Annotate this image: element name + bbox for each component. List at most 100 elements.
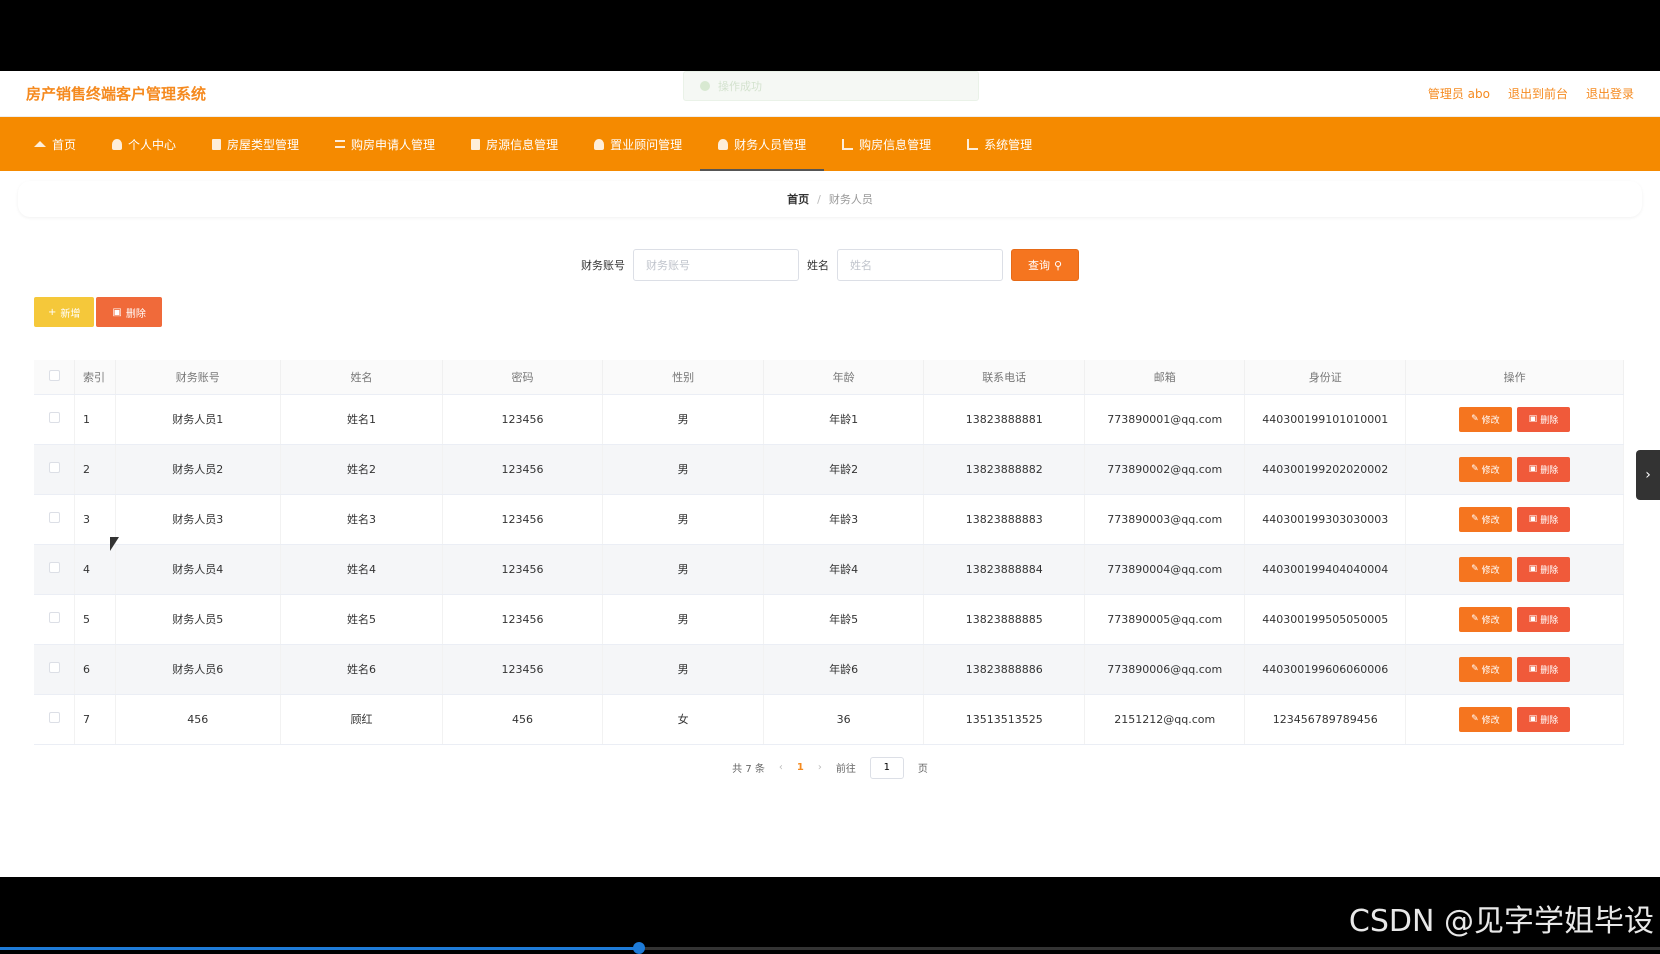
nav-item-label: 首页 [52,136,76,153]
delete-button[interactable]: ▣删除 [1517,507,1571,532]
edit-button[interactable]: ✎修改 [1459,507,1512,532]
table-cell: 顾红 [280,694,442,744]
toast-text: 操作成功 [718,78,762,94]
table-header: 索引财务账号姓名密码性别年龄联系电话邮箱身份证操作 [34,360,1624,394]
row-checkbox[interactable] [34,394,75,444]
add-button[interactable]: + 新增 [34,297,94,327]
row-checkbox[interactable] [34,694,75,744]
prev-page-icon[interactable]: ‹ [779,762,783,773]
row-checkbox[interactable] [34,494,75,544]
table-cell: 男 [603,594,764,644]
row-checkbox[interactable] [34,444,75,494]
video-progress-handle[interactable] [633,942,645,954]
nav-item-finance-staff[interactable]: 财务人员管理 [700,117,824,171]
row-checkbox[interactable] [34,594,75,644]
table-cell: 123456 [443,394,603,444]
delete-button[interactable]: ▣删除 [1517,657,1571,682]
delete-button[interactable]: ▣删除 [1517,607,1571,632]
delete-button[interactable]: ▣删除 [1517,707,1571,732]
table-cell: 财务人员6 [115,644,280,694]
action-bar: + 新增 ▣ 删除 [18,281,1642,327]
delete-button[interactable]: ▣删除 [1517,557,1571,582]
table-cell: 440300199606060006 [1245,644,1406,694]
delete-button-label: 删除 [1540,663,1558,676]
edit-button-label: 修改 [1482,413,1500,426]
edit-icon: ✎ [1471,664,1479,674]
nav-item-home[interactable]: 首页 [16,117,94,171]
row-actions: ✎修改▣删除 [1406,494,1624,544]
user-icon [718,139,728,150]
table-cell: 773890004@qq.com [1085,544,1245,594]
table-row: 3财务人员3姓名3123456男年龄313823888883773890003@… [34,494,1624,544]
delete-button[interactable]: ▣删除 [1517,457,1571,482]
table-cell: 姓名1 [280,394,442,444]
edit-button[interactable]: ✎修改 [1459,657,1512,682]
edit-button[interactable]: ✎修改 [1459,707,1512,732]
nav-item-purchase-info[interactable]: 购房信息管理 [824,117,949,171]
table-cell: 456 [115,694,280,744]
edit-button[interactable]: ✎修改 [1459,607,1512,632]
box-icon [212,139,221,150]
table-cell: 男 [603,544,764,594]
table-cell: 123456 [443,544,603,594]
table-cell: 13823888886 [924,644,1085,694]
delete-button[interactable]: ▣删除 [1517,407,1571,432]
nav-item-applicant[interactable]: 购房申请人管理 [317,117,453,171]
user-icon [594,139,604,150]
side-panel-toggle[interactable]: › [1636,450,1660,500]
nav-item-consultant[interactable]: 置业顾问管理 [576,117,700,171]
next-page-icon[interactable]: › [818,762,822,773]
delete-button-label: 删除 [1540,413,1558,426]
account-search-input[interactable] [633,249,799,281]
query-button[interactable]: 查询 ⚲ [1011,249,1079,281]
nav-item-house-type[interactable]: 房屋类型管理 [194,117,317,171]
nav-item-system[interactable]: 系统管理 [949,117,1050,171]
account-label: 财务账号 [581,257,625,273]
table-cell: 2151212@qq.com [1085,694,1245,744]
nav-item-profile[interactable]: 个人中心 [94,117,194,171]
current-page[interactable]: 1 [797,762,804,773]
select-all-checkbox[interactable] [34,360,75,394]
table-cell: 财务人员1 [115,394,280,444]
breadcrumb-current: 财务人员 [829,191,873,207]
back-to-front-link[interactable]: 退出到前台 [1508,85,1568,102]
nav-item-label: 购房信息管理 [859,136,931,153]
batch-delete-button[interactable]: ▣ 删除 [96,297,161,327]
table-cell: 440300199505050005 [1245,594,1406,644]
edit-button[interactable]: ✎修改 [1459,457,1512,482]
row-checkbox[interactable] [34,544,75,594]
page-jump-input[interactable] [870,757,904,779]
table-cell: 姓名3 [280,494,442,544]
table-cell: 姓名4 [280,544,442,594]
name-search-input[interactable] [837,249,1003,281]
breadcrumb: 首页 / 财务人员 [18,181,1642,217]
row-actions: ✎修改▣删除 [1406,594,1624,644]
breadcrumb-home[interactable]: 首页 [787,191,809,207]
table-row: 4财务人员4姓名4123456男年龄413823888884773890004@… [34,544,1624,594]
edit-button[interactable]: ✎修改 [1459,407,1512,432]
trash-icon: ▣ [1529,664,1538,674]
trash-icon: ▣ [1529,714,1538,724]
row-checkbox[interactable] [34,644,75,694]
delete-button-label: 删除 [1540,563,1558,576]
edit-button[interactable]: ✎修改 [1459,557,1512,582]
table-cell: 年龄5 [764,594,924,644]
trash-icon: ▣ [1529,564,1538,574]
table-cell: 年龄3 [764,494,924,544]
nav-item-listing[interactable]: 房源信息管理 [453,117,576,171]
table-cell: 123456 [443,494,603,544]
table-row: 5财务人员5姓名5123456男年龄513823888885773890005@… [34,594,1624,644]
finance-staff-table: 索引财务账号姓名密码性别年龄联系电话邮箱身份证操作 1财务人员1姓名112345… [34,360,1624,745]
table-cell: 6 [75,644,116,694]
table-cell: 773890006@qq.com [1085,644,1245,694]
page-unit: 页 [918,760,928,775]
table-cell: 姓名6 [280,644,442,694]
check-icon [700,81,710,91]
edit-button-label: 修改 [1482,713,1500,726]
edit-button-label: 修改 [1482,663,1500,676]
trash-icon: ▣ [112,307,121,318]
table-cell: 财务人员5 [115,594,280,644]
logout-link[interactable]: 退出登录 [1586,85,1634,102]
column-header: 性别 [603,360,764,394]
table-cell: 3 [75,494,116,544]
